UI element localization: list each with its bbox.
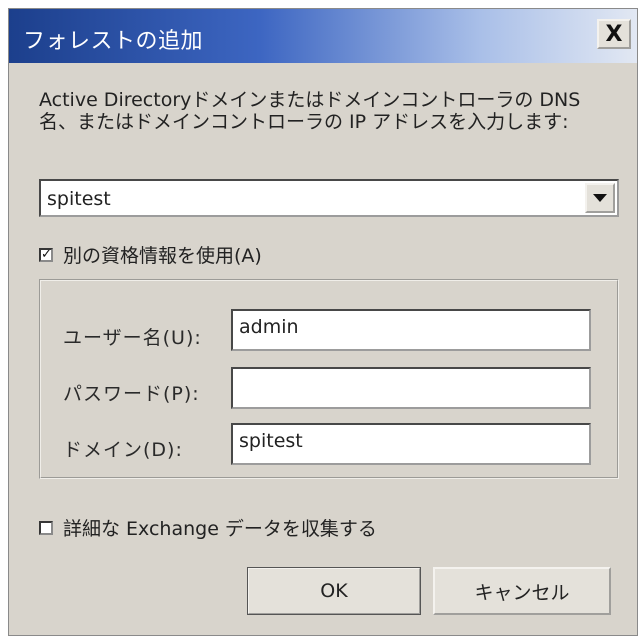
close-icon: X xyxy=(605,21,623,47)
cancel-button[interactable]: キャンセル xyxy=(433,567,611,615)
server-combo-value: spitest xyxy=(47,188,111,210)
exchange-label: 詳細な Exchange データを収集する xyxy=(63,518,377,540)
title-bar: フォレストの追加 X xyxy=(9,9,637,63)
combo-dropdown-button[interactable] xyxy=(585,183,615,213)
username-label: ユーザー名(U): xyxy=(63,327,202,349)
alt-credentials-label: 別の資格情報を使用(A) xyxy=(63,245,262,267)
chevron-down-icon xyxy=(593,194,607,202)
ok-button[interactable]: OK xyxy=(247,567,421,615)
credentials-group: ユーザー名(U): admin パスワード(P): ドメイン(D): spite… xyxy=(39,279,619,479)
alt-credentials-row[interactable]: ✓ 別の資格情報を使用(A) xyxy=(39,241,262,268)
instructions-text: Active Directoryドメインまたはドメインコントローラの DNS 名… xyxy=(39,89,581,133)
password-label: パスワード(P): xyxy=(63,383,200,405)
close-button[interactable]: X xyxy=(597,19,631,49)
server-combo-box[interactable]: spitest xyxy=(39,179,619,217)
exchange-row[interactable]: 詳細な Exchange データを収集する xyxy=(39,514,377,541)
username-input[interactable]: admin xyxy=(231,309,591,351)
add-forest-dialog: フォレストの追加 X Active Directoryドメインまたはドメインコン… xyxy=(8,8,638,636)
alt-credentials-checkbox[interactable]: ✓ xyxy=(39,247,53,262)
dialog-title: フォレストの追加 xyxy=(23,29,204,54)
exchange-checkbox[interactable] xyxy=(39,520,53,535)
password-input[interactable] xyxy=(231,367,591,409)
domain-label: ドメイン(D): xyxy=(63,439,183,461)
domain-input[interactable]: spitest xyxy=(231,423,591,465)
